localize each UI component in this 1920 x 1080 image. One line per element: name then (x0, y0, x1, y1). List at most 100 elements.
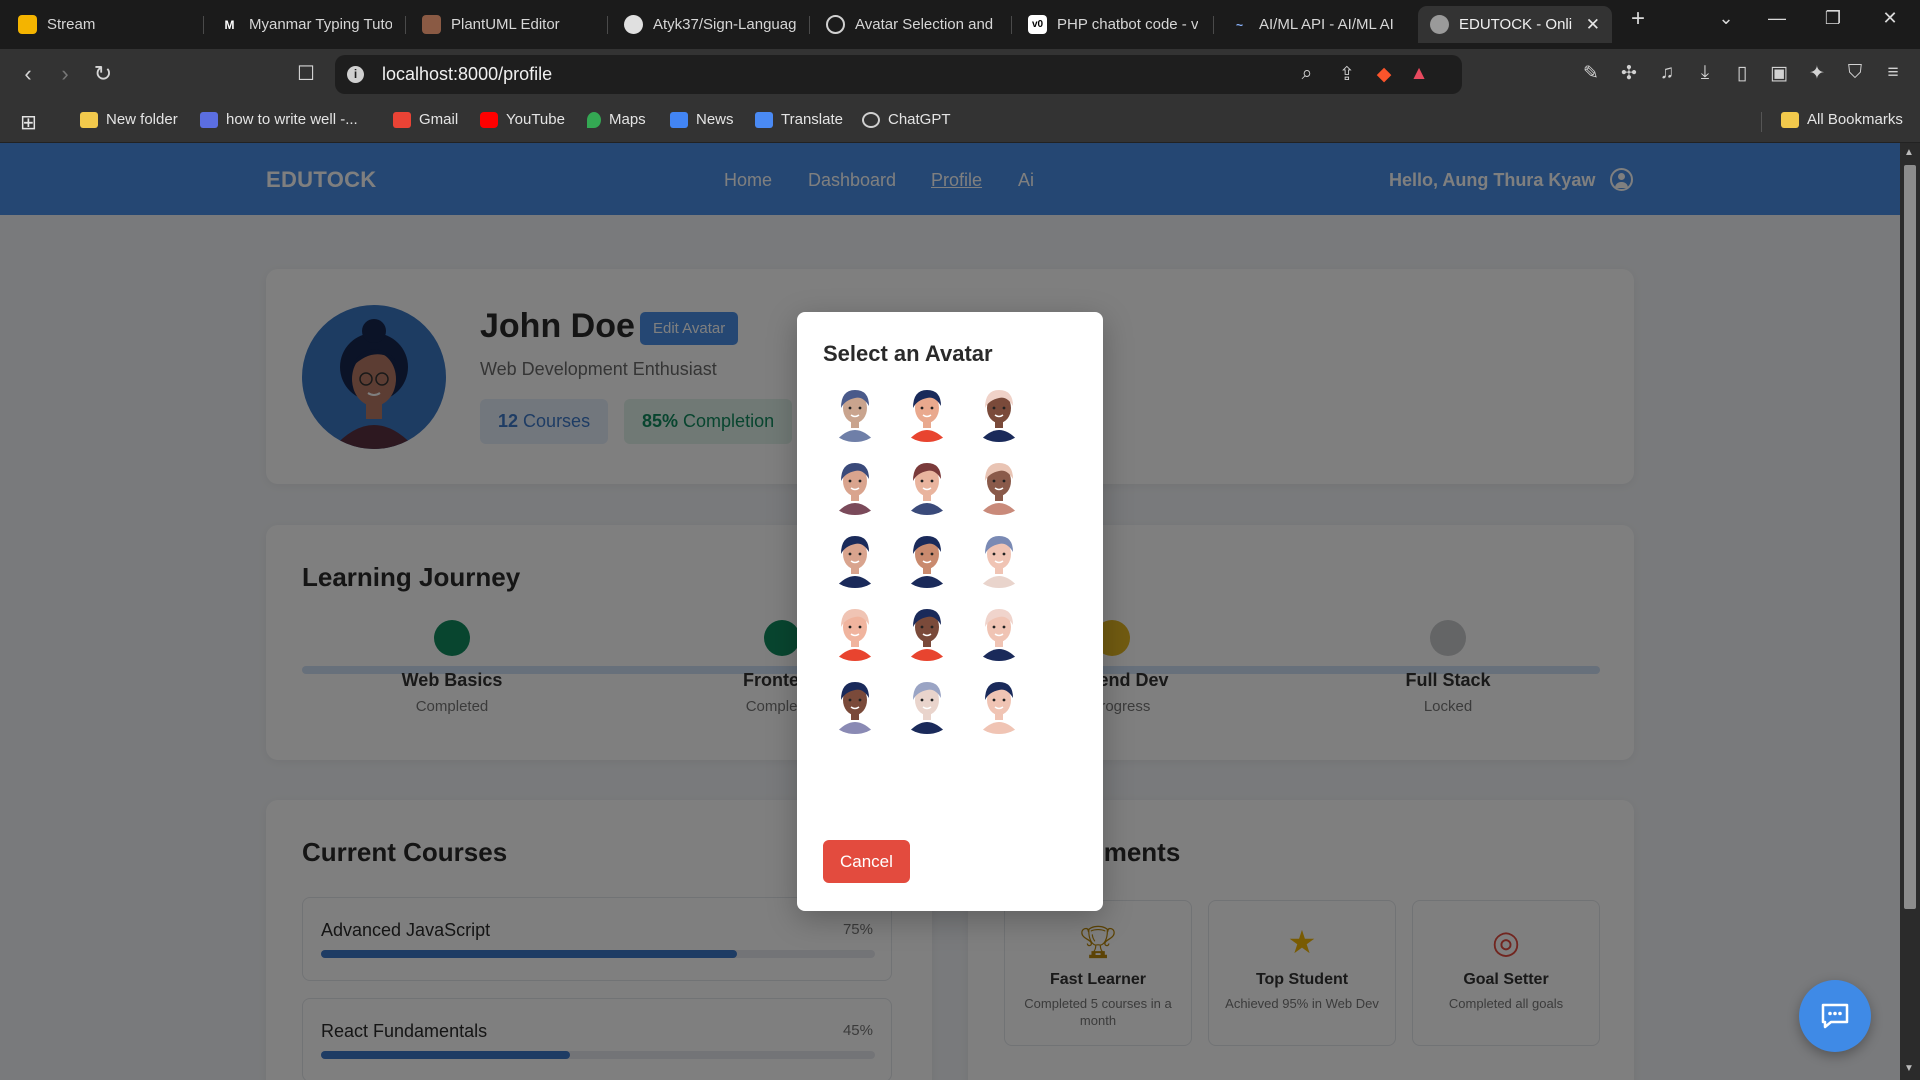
plantuml-icon (422, 15, 441, 34)
url-text[interactable]: localhost:8000/profile (382, 64, 552, 85)
tab-stream[interactable]: Stream (6, 6, 202, 43)
avatar-option[interactable] (823, 378, 887, 442)
bookmark-label: YouTube (506, 111, 565, 128)
chatgpt-icon (826, 15, 845, 34)
tab-aiml-api[interactable]: ~ AI/ML API - AI/ML AI (1218, 6, 1414, 43)
medium-icon: M (224, 17, 235, 32)
bookmark-label: News (696, 111, 734, 128)
bookmark-chatgpt[interactable]: ChatGPT (862, 111, 951, 128)
folder-icon (1781, 111, 1799, 128)
download-icon[interactable]: ⤓ (1692, 62, 1718, 84)
globe-icon (1430, 15, 1449, 34)
browser-tab-bar: Stream M Myanmar Typing Tuto PlantUML Ed… (0, 0, 1920, 49)
page-scrollbar[interactable]: ▲ ▼ (1900, 143, 1920, 1080)
apps-grid-icon[interactable]: ⊞ (20, 110, 37, 135)
gmail-icon (393, 111, 411, 128)
avatar-option[interactable] (967, 378, 1031, 442)
bookmark-label: Gmail (419, 111, 459, 128)
stream-icon (18, 15, 37, 34)
page-viewport: EDUTOCK Home Dashboard Profile Ai Hello,… (0, 143, 1900, 1080)
address-bar[interactable]: i localhost:8000/profile ⌕ ⇪ ◆ ▲ (335, 55, 1462, 94)
bookmark-label: Translate (781, 111, 843, 128)
bookmark-gmail[interactable]: Gmail (393, 111, 458, 128)
reload-icon[interactable]: ↻ (89, 61, 117, 87)
chatgpt-icon (862, 111, 880, 128)
vpn-icon[interactable]: ⛉ (1842, 62, 1868, 84)
bookmark-label: Maps (609, 111, 646, 128)
tab-title: EDUTOCK - Onli (1459, 16, 1573, 33)
brave-rewards-icon[interactable]: ▲ (1407, 63, 1431, 85)
restore-icon[interactable]: ❐ (1813, 8, 1853, 29)
site-info-icon[interactable]: i (347, 66, 364, 83)
modal-title: Select an Avatar (823, 341, 993, 366)
avatar-option[interactable] (895, 451, 959, 515)
avatar-option[interactable] (967, 524, 1031, 588)
bookmark-label: how to write well -... (226, 111, 358, 128)
tab-github[interactable]: Atyk37/Sign-Languag (612, 6, 808, 43)
tab-plantuml[interactable]: PlantUML Editor (410, 6, 606, 43)
tab-title: Myanmar Typing Tuto (249, 16, 392, 33)
tab-title: Atyk37/Sign-Languag (653, 16, 796, 33)
pen-icon[interactable]: ✎ (1578, 62, 1604, 85)
bookmark-page-icon[interactable]: ☐ (292, 61, 320, 86)
avatar-option[interactable] (967, 451, 1031, 515)
minimize-icon[interactable]: — (1757, 8, 1797, 29)
folder-icon (80, 111, 98, 128)
avatar-option[interactable] (823, 670, 887, 734)
music-icon[interactable]: ♫ (1654, 62, 1680, 84)
translate-icon (755, 111, 773, 128)
tab-title: PHP chatbot code - v (1057, 16, 1199, 33)
tab-avatar-selection[interactable]: Avatar Selection and (814, 6, 1010, 43)
forward-icon[interactable]: › (51, 61, 79, 87)
bookmark-youtube[interactable]: YouTube (480, 111, 565, 128)
v0-icon: v0 (1028, 15, 1047, 34)
scroll-thumb[interactable] (1904, 165, 1916, 909)
all-bookmarks-label: All Bookmarks (1807, 111, 1903, 128)
bookmark-maps[interactable]: Maps (587, 111, 646, 128)
tab-myanmar-typing[interactable]: M Myanmar Typing Tuto (208, 6, 404, 43)
avatar-option[interactable] (967, 597, 1031, 661)
github-icon (624, 15, 643, 34)
brave-shields-icon[interactable]: ◆ (1372, 63, 1396, 86)
bookmark-news[interactable]: News (670, 111, 734, 128)
tab-title: Stream (47, 16, 96, 33)
avatar-option[interactable] (895, 378, 959, 442)
avatar-option[interactable] (823, 524, 887, 588)
chat-button[interactable] (1799, 980, 1871, 1052)
avatar-option[interactable] (967, 670, 1031, 734)
bookmark-label: ChatGPT (888, 111, 951, 128)
avatar-option[interactable] (895, 597, 959, 661)
close-window-icon[interactable]: ✕ (1870, 8, 1910, 29)
maps-icon (587, 111, 601, 128)
back-icon[interactable]: ‹ (14, 61, 42, 87)
tab-php-chatbot[interactable]: v0 PHP chatbot code - v (1016, 6, 1212, 43)
zoom-icon[interactable]: ⌕ (1295, 63, 1319, 85)
bookmark-site-icon (200, 111, 218, 128)
bookmark-new-folder[interactable]: New folder (80, 111, 178, 128)
sidebar-icon[interactable]: ▯ (1729, 62, 1755, 85)
avatar-option[interactable] (823, 451, 887, 515)
scroll-down-icon[interactable]: ▼ (1904, 1063, 1914, 1074)
wallet-icon[interactable]: ▣ (1766, 62, 1792, 85)
tab-title: PlantUML Editor (451, 16, 560, 33)
share-icon[interactable]: ⇪ (1335, 63, 1359, 86)
new-tab-icon[interactable]: + (1618, 5, 1658, 33)
leo-ai-icon[interactable]: ✦ (1804, 62, 1830, 85)
avatar-option[interactable] (895, 670, 959, 734)
extensions-icon[interactable]: ✣ (1616, 62, 1642, 85)
tab-search-chevron-icon[interactable]: ⌄ (1706, 8, 1746, 29)
all-bookmarks[interactable]: All Bookmarks (1781, 111, 1903, 128)
bookmark-how-to-write[interactable]: how to write well -... (200, 111, 358, 128)
cancel-button[interactable]: Cancel (823, 840, 910, 883)
tab-title: AI/ML API - AI/ML AI (1259, 16, 1394, 33)
tab-edutock[interactable]: EDUTOCK - Onli ✕ (1418, 6, 1612, 43)
avatar-option[interactable] (895, 524, 959, 588)
chat-icon (1821, 1003, 1849, 1029)
bookmark-translate[interactable]: Translate (755, 111, 843, 128)
avatar-selection-modal: Select an Avatar Cancel (797, 312, 1103, 911)
avatar-option[interactable] (823, 597, 887, 661)
aiml-icon: ~ (1235, 17, 1243, 32)
close-tab-icon[interactable]: ✕ (1586, 15, 1600, 35)
menu-icon[interactable]: ≡ (1880, 62, 1906, 84)
scroll-up-icon[interactable]: ▲ (1904, 147, 1914, 158)
